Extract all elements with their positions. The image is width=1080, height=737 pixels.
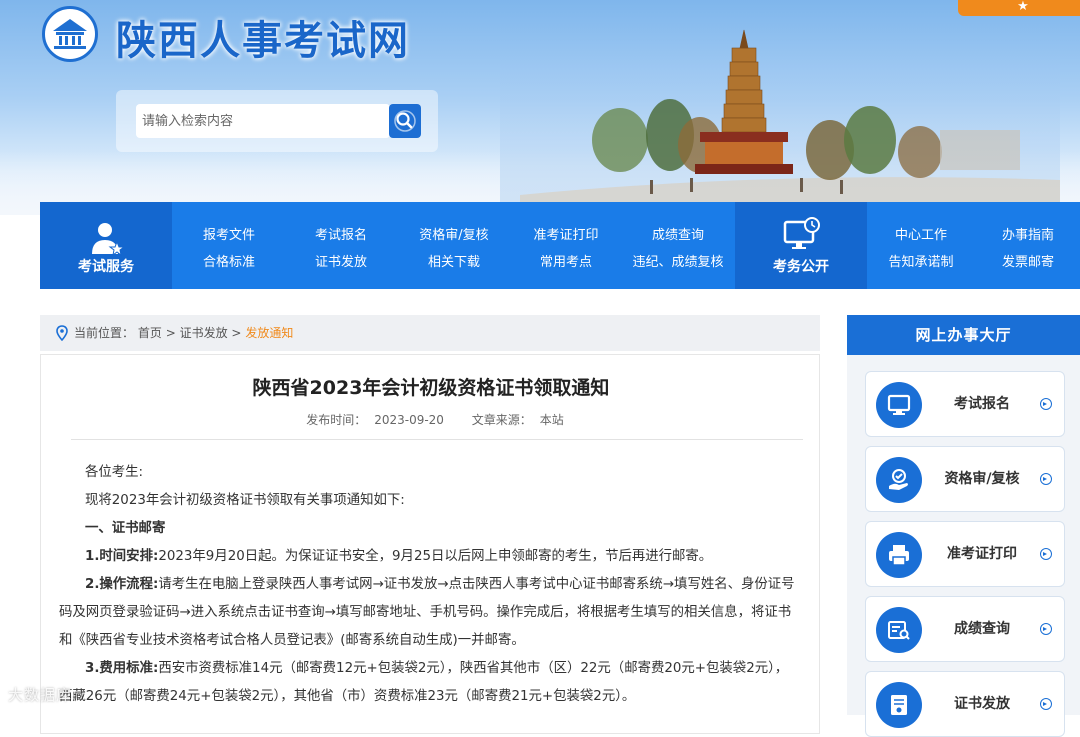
star-icon: ★ xyxy=(1017,0,1029,14)
sidebar-card-label: 资格审/复核 xyxy=(944,471,1020,487)
hand-check-icon xyxy=(876,457,922,503)
site-title[interactable]: 陕西人事考试网 xyxy=(116,8,410,66)
breadcrumb-separator: > xyxy=(165,326,176,340)
article-title: 陕西省2023年会计初级资格证书领取通知 xyxy=(252,377,610,399)
paragraph-text: 请考生在电脑上登录陕西人事考试网→证书发放→点击陕西人事考试中心证书邮寄系统→填… xyxy=(59,577,795,648)
breadcrumb-prefix: 当前位置： xyxy=(74,326,135,340)
nav-link-pass-standard[interactable]: 合格标准 xyxy=(203,251,255,270)
sidebar-card-qualification-review[interactable]: 资格审/复核 xyxy=(865,446,1065,512)
nav-link-center-work[interactable]: 中心工作 xyxy=(895,224,947,243)
sidebar-card-label: 考试报名 xyxy=(954,396,1010,412)
user-star-icon xyxy=(92,223,124,256)
nav-link-exam-sites[interactable]: 常用考点 xyxy=(540,251,592,270)
sidebar-card-certificate-issue[interactable]: 证书发放 xyxy=(865,671,1065,737)
search-input[interactable] xyxy=(136,104,390,138)
sidebar-card-label: 证书发放 xyxy=(954,696,1010,712)
nav-link-score-review[interactable]: 违纪、成绩复核 xyxy=(632,251,723,270)
nav-link-admission-print[interactable]: 准考证打印 xyxy=(533,224,598,243)
search-button[interactable] xyxy=(389,104,421,138)
nav-public-affairs[interactable]: 考务公开 xyxy=(735,202,867,289)
paragraph-text: 2023年9月20日起。为保证证书安全，9月25日以后网上申领邮寄的考生，节后再… xyxy=(158,549,713,564)
publish-date: 2023-09-20 xyxy=(374,413,444,427)
location-pin-icon xyxy=(56,325,68,341)
source-label: 文章来源： xyxy=(471,413,532,427)
certificate-icon xyxy=(876,682,922,728)
nav-link-qualification-review[interactable]: 资格审/复核 xyxy=(419,224,488,243)
article-intro: 现将2023年会计初级资格证书领取有关事项通知如下: xyxy=(85,493,405,508)
breadcrumb: 当前位置： 首页 > 证书发放 > 发放通知 xyxy=(40,315,820,351)
score-search-icon xyxy=(876,607,922,653)
nav-public-affairs-label: 考务公开 xyxy=(773,259,829,275)
main-nav: 考试服务 报考文件 合格标准 考试报名 证书发放 资格审/复核 相关下载 准考证… xyxy=(40,202,1080,289)
nav-link-exam-documents[interactable]: 报考文件 xyxy=(203,224,255,243)
paragraph-label: 2.操作流程: xyxy=(85,577,159,592)
breadcrumb-current: 发放通知 xyxy=(245,326,294,340)
article-panel: 陕西省2023年会计初级资格证书领取通知 发布时间： 2023-09-20 文章来… xyxy=(40,354,820,734)
nav-exam-service[interactable]: 考试服务 xyxy=(40,202,172,289)
monitor-clock-icon xyxy=(783,217,820,249)
sidebar-card-admission-print[interactable]: 准考证打印 xyxy=(865,521,1065,587)
sidebar-card-label: 准考证打印 xyxy=(947,546,1017,562)
paragraph-label: 3.费用标准: xyxy=(85,661,159,676)
article-paragraph-1: 1.时间安排:2023年9月20日起。为保证证书安全，9月25日以后网上申领邮寄… xyxy=(59,543,801,571)
nav-exam-service-label: 考试服务 xyxy=(78,259,134,275)
breadcrumb-section[interactable]: 证书发放 xyxy=(180,326,228,340)
arrow-right-icon xyxy=(1040,548,1052,560)
nav-link-certificate-issue[interactable]: 证书发放 xyxy=(315,251,367,270)
nav-link-exam-registration[interactable]: 考试报名 xyxy=(315,224,367,243)
monitor-icon xyxy=(876,382,922,428)
article-paragraph-3: 3.费用标准:西安市资费标准14元（邮寄费12元+包装袋2元），陕西省其他市（区… xyxy=(59,655,801,711)
header-banner: 陕西人事考试网 ★ xyxy=(0,0,1080,215)
article-divider xyxy=(71,439,803,440)
nav-link-guide[interactable]: 办事指南 xyxy=(1002,224,1054,243)
arrow-right-icon xyxy=(1040,623,1052,635)
paragraph-text: 西安市资费标准14元（邮寄费12元+包装袋2元），陕西省其他市（区）22元（邮寄… xyxy=(59,661,789,704)
watermark-text: 大数据库 xyxy=(8,686,73,704)
top-orange-button[interactable]: ★ xyxy=(958,0,1080,16)
paragraph-label: 1.时间安排: xyxy=(85,549,159,564)
article-greeting: 各位考生: xyxy=(85,465,144,480)
nav-link-downloads[interactable]: 相关下载 xyxy=(428,251,480,270)
arrow-right-icon xyxy=(1040,473,1052,485)
article-meta: 发布时间： 2023-09-20 文章来源： 本站 xyxy=(41,411,821,428)
article-body: 各位考生: 现将2023年会计初级资格证书领取有关事项通知如下: 一、证书邮寄 … xyxy=(59,459,801,711)
publish-label: 发布时间： xyxy=(306,413,367,427)
article-section-heading: 一、证书邮寄 xyxy=(85,521,166,536)
article-source: 本站 xyxy=(539,413,564,427)
article-paragraph-2: 2.操作流程:请考生在电脑上登录陕西人事考试网→证书发放→点击陕西人事考试中心证… xyxy=(59,571,801,655)
arrow-right-icon xyxy=(1040,398,1052,410)
printer-icon xyxy=(876,532,922,578)
breadcrumb-separator: > xyxy=(231,326,242,340)
nav-link-invoice-mail[interactable]: 发票邮寄 xyxy=(1002,251,1054,270)
sidebar-title: 网上办事大厅 xyxy=(847,315,1080,355)
nav-link-score-query[interactable]: 成绩查询 xyxy=(652,224,704,243)
pagoda-scenery-image xyxy=(500,20,1060,210)
breadcrumb-home[interactable]: 首页 xyxy=(138,326,162,340)
sidebar-card-exam-registration[interactable]: 考试报名 xyxy=(865,371,1065,437)
search-icon xyxy=(394,110,416,132)
arrow-right-icon xyxy=(1040,698,1052,710)
sidebar-card-score-query[interactable]: 成绩查询 xyxy=(865,596,1065,662)
site-logo-emblem[interactable] xyxy=(42,6,98,62)
nav-link-commitment[interactable]: 告知承诺制 xyxy=(888,251,953,270)
logo-building-icon xyxy=(53,19,87,49)
sidebar-card-label: 成绩查询 xyxy=(954,621,1010,637)
